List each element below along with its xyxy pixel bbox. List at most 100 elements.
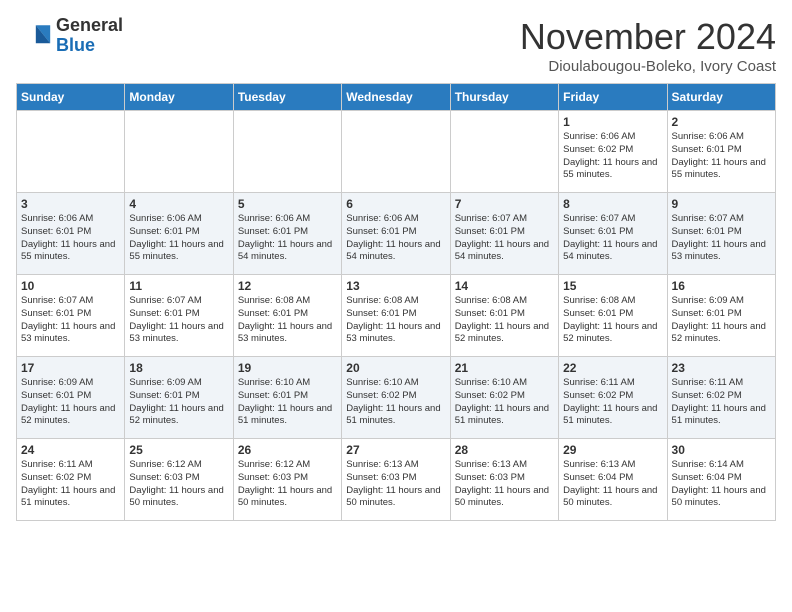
day-cell (17, 111, 125, 193)
day-cell (233, 111, 341, 193)
col-header-monday: Monday (125, 84, 233, 111)
day-cell: 10Sunrise: 6:07 AM Sunset: 6:01 PM Dayli… (17, 275, 125, 357)
logo-general: General (56, 16, 123, 36)
day-number: 16 (672, 279, 771, 293)
day-cell: 7Sunrise: 6:07 AM Sunset: 6:01 PM Daylig… (450, 193, 558, 275)
day-number: 10 (21, 279, 120, 293)
day-info: Sunrise: 6:12 AM Sunset: 6:03 PM Dayligh… (238, 459, 337, 510)
day-cell: 14 Sunrise: 6:08 AM Sunset: 6:01 PM Dayli… (450, 275, 558, 357)
day-cell: 16 Sunrise: 6:09 AM Sunset: 6:01 PM Dayli… (667, 275, 775, 357)
day-cell (125, 111, 233, 193)
col-header-saturday: Saturday (667, 84, 775, 111)
day-info: Sunrise: 6:06 AM Sunset: 6:02 PM Dayligh… (563, 131, 662, 182)
day-cell: 3 Sunrise: 6:06 AM Sunset: 6:01 PM Daylig… (17, 193, 125, 275)
day-number: 23 (672, 361, 771, 375)
day-info: Sunrise: 6:06 AM Sunset: 6:01 PM Dayligh… (238, 213, 337, 264)
col-header-sunday: Sunday (17, 84, 125, 111)
day-info: Sunrise: 6:06 AM Sunset: 6:01 PM Dayligh… (672, 131, 771, 182)
week-row-5: 24 Sunrise: 6:11 AM Sunset: 6:02 PM Dayli… (17, 439, 776, 521)
day-cell: 15 Sunrise: 6:08 AM Sunset: 6:01 PM Dayli… (559, 275, 667, 357)
day-info: Sunrise: 6:11 AM Sunset: 6:02 PM Dayligh… (563, 377, 662, 428)
col-header-friday: Friday (559, 84, 667, 111)
day-cell: 13 Sunrise: 6:08 AM Sunset: 6:01 PM Dayli… (342, 275, 450, 357)
day-cell: 6Sunrise: 6:06 AM Sunset: 6:01 PM Daylig… (342, 193, 450, 275)
day-info: Sunrise: 6:07 AM Sunset: 6:01 PM Dayligh… (563, 213, 662, 264)
day-cell: 27Sunrise: 6:13 AM Sunset: 6:03 PM Dayli… (342, 439, 450, 521)
day-number: 22 (563, 361, 662, 375)
day-cell (450, 111, 558, 193)
day-number: 25 (129, 443, 228, 457)
day-number: 17 (21, 361, 120, 375)
page-header: General Blue November 2024 Dioulabougou-… (16, 16, 776, 75)
day-number: 15 (563, 279, 662, 293)
day-cell: 24 Sunrise: 6:11 AM Sunset: 6:02 PM Dayli… (17, 439, 125, 521)
day-cell: 26 Sunrise: 6:12 AM Sunset: 6:03 PM Dayli… (233, 439, 341, 521)
day-info: Sunrise: 6:13 AM Sunset: 6:03 PM Dayligh… (455, 459, 554, 510)
day-info: Sunrise: 6:10 AM Sunset: 6:01 PM Dayligh… (238, 377, 337, 428)
header-row: SundayMondayTuesdayWednesdayThursdayFrid… (17, 84, 776, 111)
day-number: 20 (346, 361, 445, 375)
day-cell: 11Sunrise: 6:07 AM Sunset: 6:01 PM Dayli… (125, 275, 233, 357)
day-cell: 18Sunrise: 6:09 AM Sunset: 6:01 PM Dayli… (125, 357, 233, 439)
day-number: 11 (129, 279, 228, 293)
day-cell: 5 Sunrise: 6:06 AM Sunset: 6:01 PM Daylig… (233, 193, 341, 275)
day-number: 28 (455, 443, 554, 457)
day-number: 9 (672, 197, 771, 211)
day-number: 8 (563, 197, 662, 211)
col-header-tuesday: Tuesday (233, 84, 341, 111)
day-info: Sunrise: 6:06 AM Sunset: 6:01 PM Dayligh… (129, 213, 228, 264)
day-cell: 25 Sunrise: 6:12 AM Sunset: 6:03 PM Dayli… (125, 439, 233, 521)
day-number: 7 (455, 197, 554, 211)
day-info: Sunrise: 6:08 AM Sunset: 6:01 PM Dayligh… (346, 295, 445, 346)
day-info: Sunrise: 6:08 AM Sunset: 6:01 PM Dayligh… (238, 295, 337, 346)
day-number: 3 (21, 197, 120, 211)
day-info: Sunrise: 6:10 AM Sunset: 6:02 PM Dayligh… (455, 377, 554, 428)
day-info: Sunrise: 6:11 AM Sunset: 6:02 PM Dayligh… (672, 377, 771, 428)
day-number: 13 (346, 279, 445, 293)
day-number: 21 (455, 361, 554, 375)
day-number: 5 (238, 197, 337, 211)
day-cell: 9 Sunrise: 6:07 AM Sunset: 6:01 PM Daylig… (667, 193, 775, 275)
day-number: 18 (129, 361, 228, 375)
day-info: Sunrise: 6:13 AM Sunset: 6:04 PM Dayligh… (563, 459, 662, 510)
day-info: Sunrise: 6:13 AM Sunset: 6:03 PM Dayligh… (346, 459, 445, 510)
week-row-3: 10Sunrise: 6:07 AM Sunset: 6:01 PM Dayli… (17, 275, 776, 357)
day-info: Sunrise: 6:10 AM Sunset: 6:02 PM Dayligh… (346, 377, 445, 428)
day-number: 14 (455, 279, 554, 293)
day-number: 4 (129, 197, 228, 211)
day-info: Sunrise: 6:08 AM Sunset: 6:01 PM Dayligh… (455, 295, 554, 346)
day-info: Sunrise: 6:08 AM Sunset: 6:01 PM Dayligh… (563, 295, 662, 346)
day-info: Sunrise: 6:09 AM Sunset: 6:01 PM Dayligh… (672, 295, 771, 346)
location-subtitle: Dioulabougou-Boleko, Ivory Coast (520, 58, 776, 75)
week-row-1: 1 Sunrise: 6:06 AM Sunset: 6:02 PM Daylig… (17, 111, 776, 193)
day-cell: 2 Sunrise: 6:06 AM Sunset: 6:01 PM Daylig… (667, 111, 775, 193)
calendar-table: SundayMondayTuesdayWednesdayThursdayFrid… (16, 83, 776, 521)
col-header-wednesday: Wednesday (342, 84, 450, 111)
day-cell: 1 Sunrise: 6:06 AM Sunset: 6:02 PM Daylig… (559, 111, 667, 193)
day-info: Sunrise: 6:07 AM Sunset: 6:01 PM Dayligh… (672, 213, 771, 264)
logo-text: General Blue (56, 16, 123, 56)
day-cell: 8 Sunrise: 6:07 AM Sunset: 6:01 PM Daylig… (559, 193, 667, 275)
day-cell: 20 Sunrise: 6:10 AM Sunset: 6:02 PM Dayli… (342, 357, 450, 439)
logo: General Blue (16, 16, 123, 56)
day-number: 26 (238, 443, 337, 457)
day-info: Sunrise: 6:12 AM Sunset: 6:03 PM Dayligh… (129, 459, 228, 510)
week-row-2: 3 Sunrise: 6:06 AM Sunset: 6:01 PM Daylig… (17, 193, 776, 275)
day-info: Sunrise: 6:11 AM Sunset: 6:02 PM Dayligh… (21, 459, 120, 510)
week-row-4: 17 Sunrise: 6:09 AM Sunset: 6:01 PM Dayli… (17, 357, 776, 439)
day-number: 2 (672, 115, 771, 129)
day-info: Sunrise: 6:06 AM Sunset: 6:01 PM Dayligh… (21, 213, 120, 264)
day-number: 29 (563, 443, 662, 457)
day-cell: 29 Sunrise: 6:13 AM Sunset: 6:04 PM Dayli… (559, 439, 667, 521)
day-cell: 23 Sunrise: 6:11 AM Sunset: 6:02 PM Dayli… (667, 357, 775, 439)
col-header-thursday: Thursday (450, 84, 558, 111)
day-cell: 22 Sunrise: 6:11 AM Sunset: 6:02 PM Dayli… (559, 357, 667, 439)
day-number: 1 (563, 115, 662, 129)
day-cell: 30Sunrise: 6:14 AM Sunset: 6:04 PM Dayli… (667, 439, 775, 521)
day-info: Sunrise: 6:06 AM Sunset: 6:01 PM Dayligh… (346, 213, 445, 264)
day-number: 24 (21, 443, 120, 457)
day-cell: 21 Sunrise: 6:10 AM Sunset: 6:02 PM Dayli… (450, 357, 558, 439)
day-cell: 28 Sunrise: 6:13 AM Sunset: 6:03 PM Dayli… (450, 439, 558, 521)
day-info: Sunrise: 6:09 AM Sunset: 6:01 PM Dayligh… (21, 377, 120, 428)
day-cell: 19Sunrise: 6:10 AM Sunset: 6:01 PM Dayli… (233, 357, 341, 439)
